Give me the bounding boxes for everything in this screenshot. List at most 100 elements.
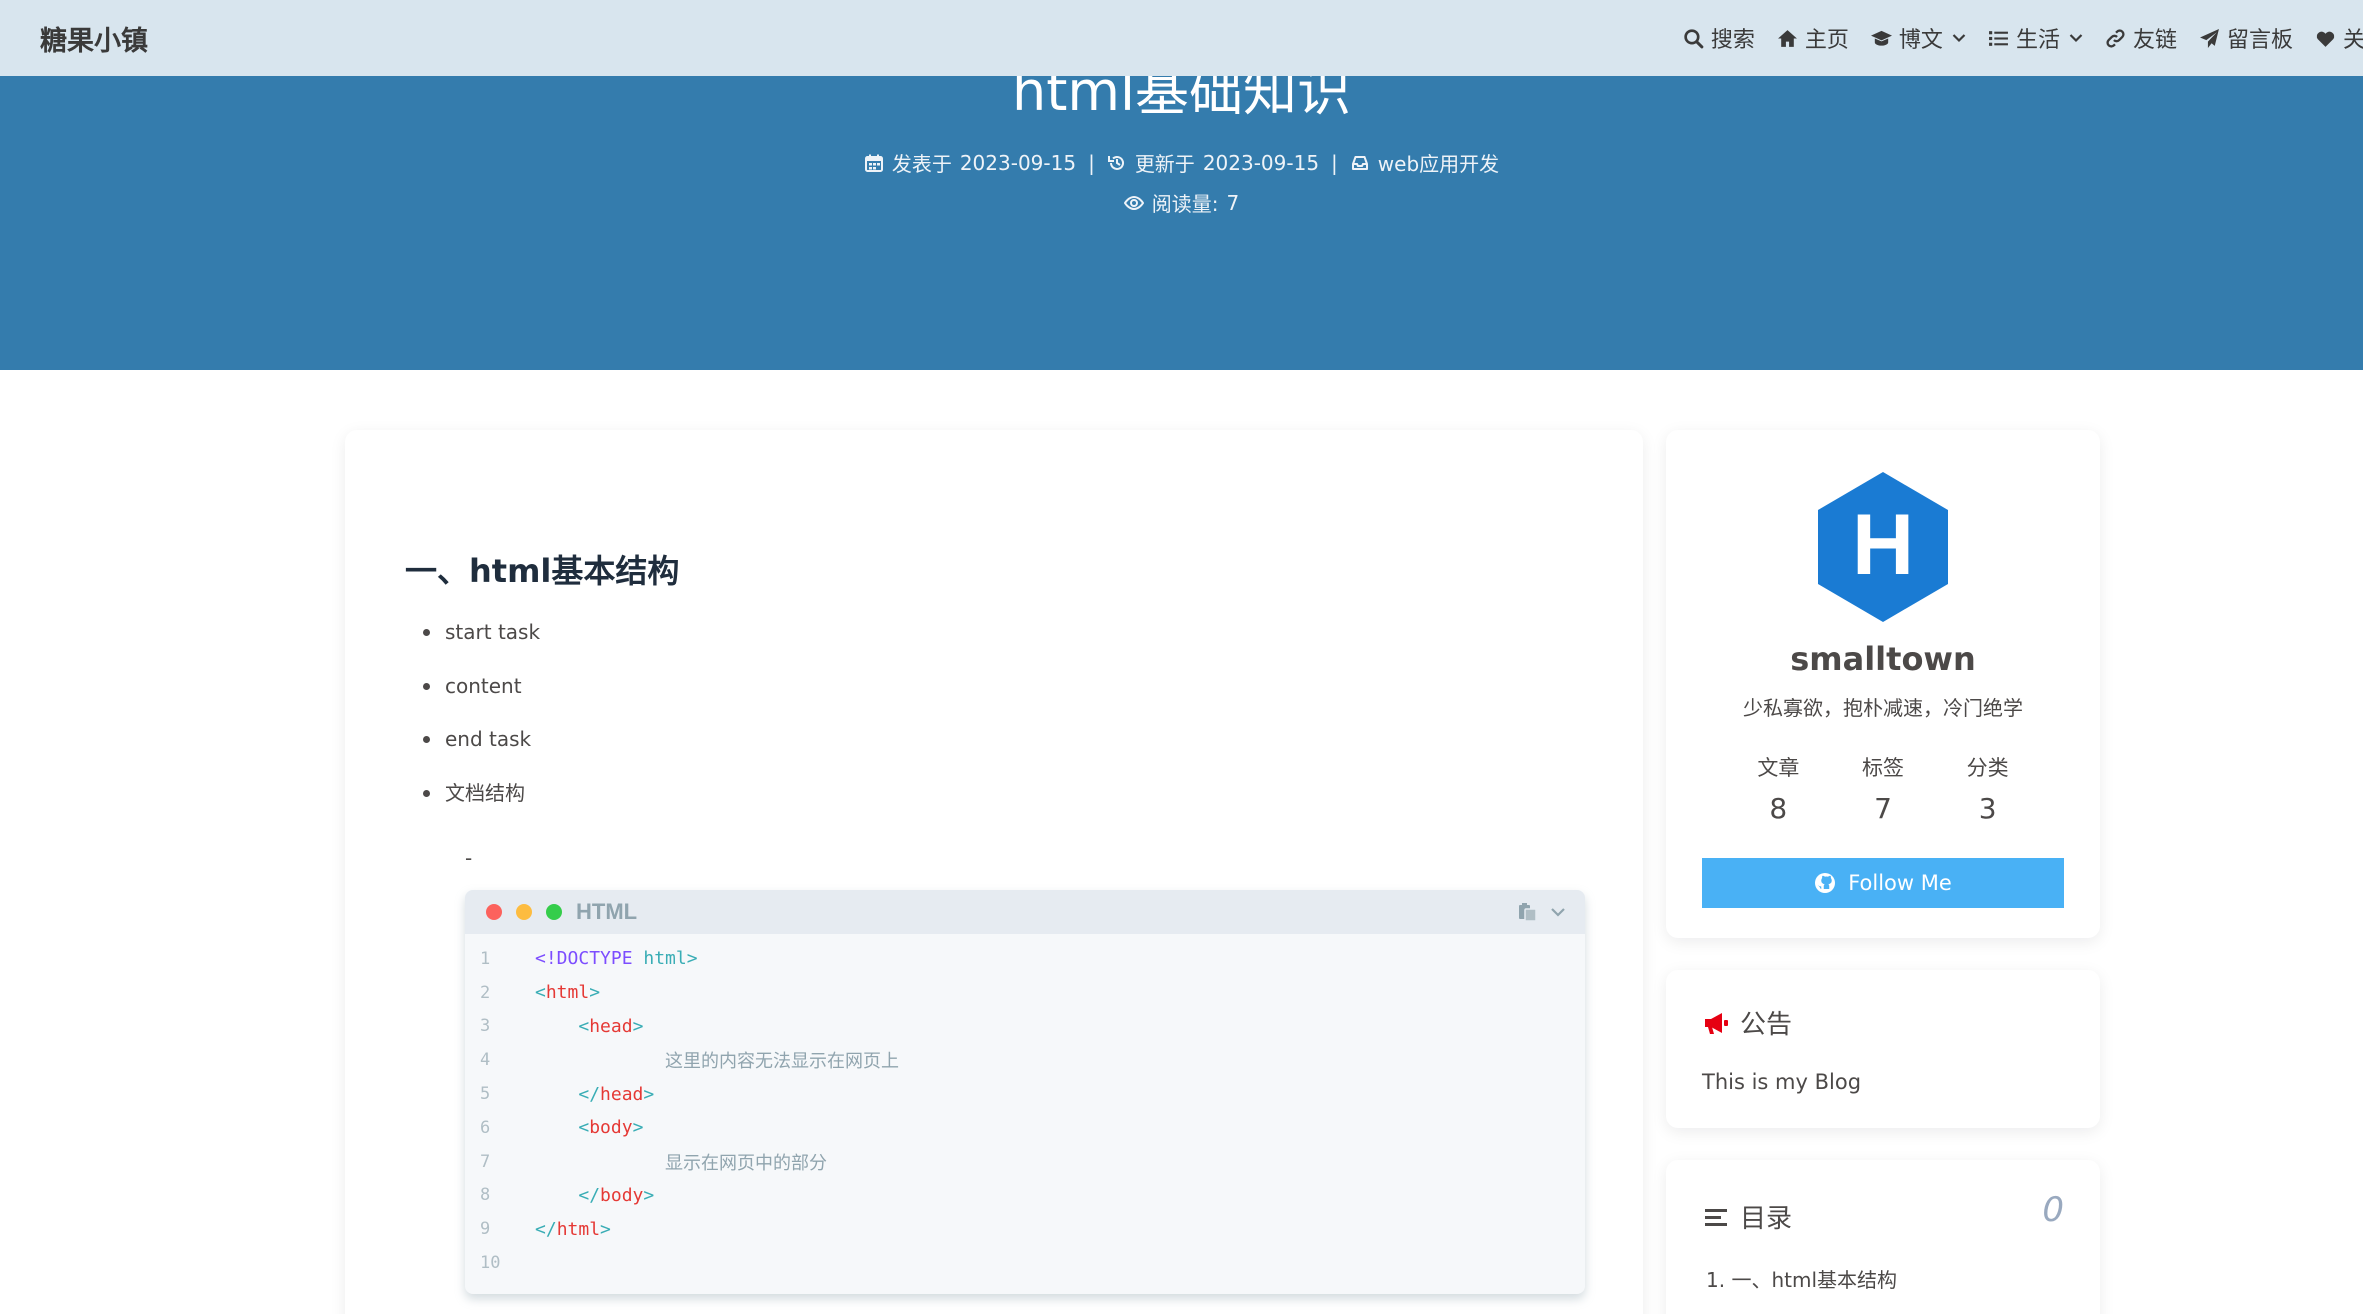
nav-item-posts[interactable]: 博文 [1870, 22, 1966, 54]
code-text: 这里的内容无法显示在网页上 [535, 1047, 899, 1073]
nav-item-life[interactable]: 生活 [1988, 22, 2083, 54]
line-number: 3 [480, 1016, 491, 1037]
updated-label: 更新于 [1134, 152, 1195, 176]
code-token: 显示在网页中的部分 [665, 1152, 827, 1174]
code-text: <head> [535, 1016, 643, 1037]
code-token: html [545, 982, 590, 1004]
code-tools [1517, 901, 1569, 923]
line-number: 4 [480, 1050, 491, 1071]
red-dot-icon [486, 904, 502, 920]
meta-separator: | [1088, 150, 1095, 175]
stat-tags[interactable]: 标签 7 [1838, 752, 1928, 825]
nav-label: 主页 [1804, 28, 1849, 53]
green-dot-icon [546, 904, 562, 920]
announcement-title-text: 公告 [1740, 1010, 1793, 1040]
code-language: HTML [576, 899, 638, 924]
toc-item[interactable]: 1. 一、html基本结构 [1706, 1264, 1897, 1293]
nav-item-home[interactable]: 主页 [1777, 22, 1849, 54]
stat-label: 标签 [1861, 756, 1904, 780]
copy-icon[interactable] [1517, 901, 1539, 923]
code-token: > [600, 1218, 611, 1240]
chevron-down-icon[interactable] [1547, 901, 1569, 923]
code-line: 3 <head> [465, 1010, 1585, 1044]
code-line: 7 显示在网页中的部分 [465, 1145, 1585, 1179]
avatar[interactable]: H [1814, 470, 1952, 624]
eye-icon [1123, 195, 1144, 210]
code-token: </ [578, 1184, 601, 1206]
announcement-card: 公告 This is my Blog [1666, 970, 2100, 1128]
published-meta: 发表于 2023-09-15 [864, 148, 1076, 177]
published-date: 2023-09-15 [959, 150, 1077, 175]
code-text: 显示在网页中的部分 [535, 1149, 827, 1175]
post-heading: 一、html基本结构 [405, 552, 680, 590]
code-text: <!DOCTYPE html> [535, 948, 698, 969]
code-token: </ [535, 1218, 557, 1240]
chevron-down-icon [1952, 34, 1966, 43]
yellow-dot-icon [516, 904, 532, 920]
home-icon [1777, 29, 1797, 47]
code-token: < [535, 948, 546, 970]
line-number: 5 [480, 1084, 491, 1105]
code-token: > [589, 982, 601, 1004]
code-token: < [578, 1015, 590, 1037]
post-list: start task content end task 文档结构 [422, 620, 540, 835]
code-header: HTML [465, 890, 1585, 934]
line-number: 8 [480, 1185, 491, 1206]
list-item: 文档结构 [422, 781, 540, 835]
stat-articles[interactable]: 文章 8 [1733, 752, 1823, 825]
list-item: content [422, 674, 540, 728]
code-token: > [632, 1117, 644, 1139]
follow-label: Follow Me [1848, 871, 1952, 895]
code-token: > [632, 1015, 644, 1037]
list-item: end task [422, 727, 540, 781]
toc-title: 目录 [1702, 1198, 1792, 1235]
nav-menu: 搜索 主页 博文 生活 友链 留言板 关于 [1683, 22, 2363, 54]
line-number: 7 [480, 1151, 491, 1172]
stat-label: 分类 [1966, 756, 2009, 780]
stat-value: 8 [1769, 792, 1788, 825]
code-line: 10 [465, 1246, 1585, 1280]
list-item: start task [422, 620, 540, 674]
nav-item-search[interactable]: 搜索 [1683, 22, 1755, 54]
code-token: < [578, 1117, 590, 1139]
nav-item-links[interactable]: 友链 [2105, 22, 2177, 54]
graduation-cap-icon [1870, 30, 1892, 46]
nav-label: 生活 [2015, 28, 2060, 53]
category-link[interactable]: web应用开发 [1378, 148, 1499, 177]
code-token: html [632, 948, 687, 970]
code-token: 这里的内容无法显示在网页上 [665, 1051, 899, 1073]
code-token: !DOCTYPE [545, 948, 633, 970]
nav-item-guestbook[interactable]: 留言板 [2199, 22, 2293, 54]
nav-item-about[interactable]: 关于 [2315, 22, 2363, 54]
author-name: smalltown [1790, 640, 1976, 678]
calendar-icon [864, 154, 883, 172]
code-token: < [535, 982, 546, 1004]
code-block: HTML 1 <!DOCTYPE html> 2 <html> 3 <head>… [465, 890, 1585, 1294]
site-name[interactable]: 糖果小镇 [40, 19, 148, 58]
heart-icon [2316, 31, 2335, 47]
bullhorn-icon [1705, 1012, 1728, 1034]
code-text: <html> [535, 982, 600, 1003]
announcement-title: 公告 [1702, 1004, 1792, 1041]
stat-value: 3 [1978, 792, 1997, 825]
search-icon [1684, 28, 1704, 48]
nav-label: 友链 [2132, 28, 2177, 53]
post-views: 阅读量: 7 [0, 188, 2363, 217]
code-line: 5 </head> [465, 1077, 1585, 1111]
code-token: > [643, 1184, 655, 1206]
stat-categories[interactable]: 分类 3 [1943, 752, 2033, 825]
toc-title-text: 目录 [1740, 1204, 1793, 1234]
toc-progress: 0 [2042, 1190, 2064, 1230]
author-description: 少私寡欲，抱朴减速，冷门绝学 [1743, 696, 2023, 720]
follow-me-button[interactable]: Follow Me [1702, 858, 2064, 908]
site-stats: 文章 8 标签 7 分类 3 [1666, 752, 2100, 825]
nav-label: 博文 [1898, 28, 1943, 53]
code-token: head [600, 1083, 644, 1105]
views-label: 阅读量: [1151, 192, 1219, 216]
category-meta[interactable]: web应用开发 [1350, 148, 1499, 177]
code-token: body [589, 1117, 633, 1139]
code-line: 4 这里的内容无法显示在网页上 [465, 1043, 1585, 1077]
code-line: 6 <body> [465, 1111, 1585, 1145]
